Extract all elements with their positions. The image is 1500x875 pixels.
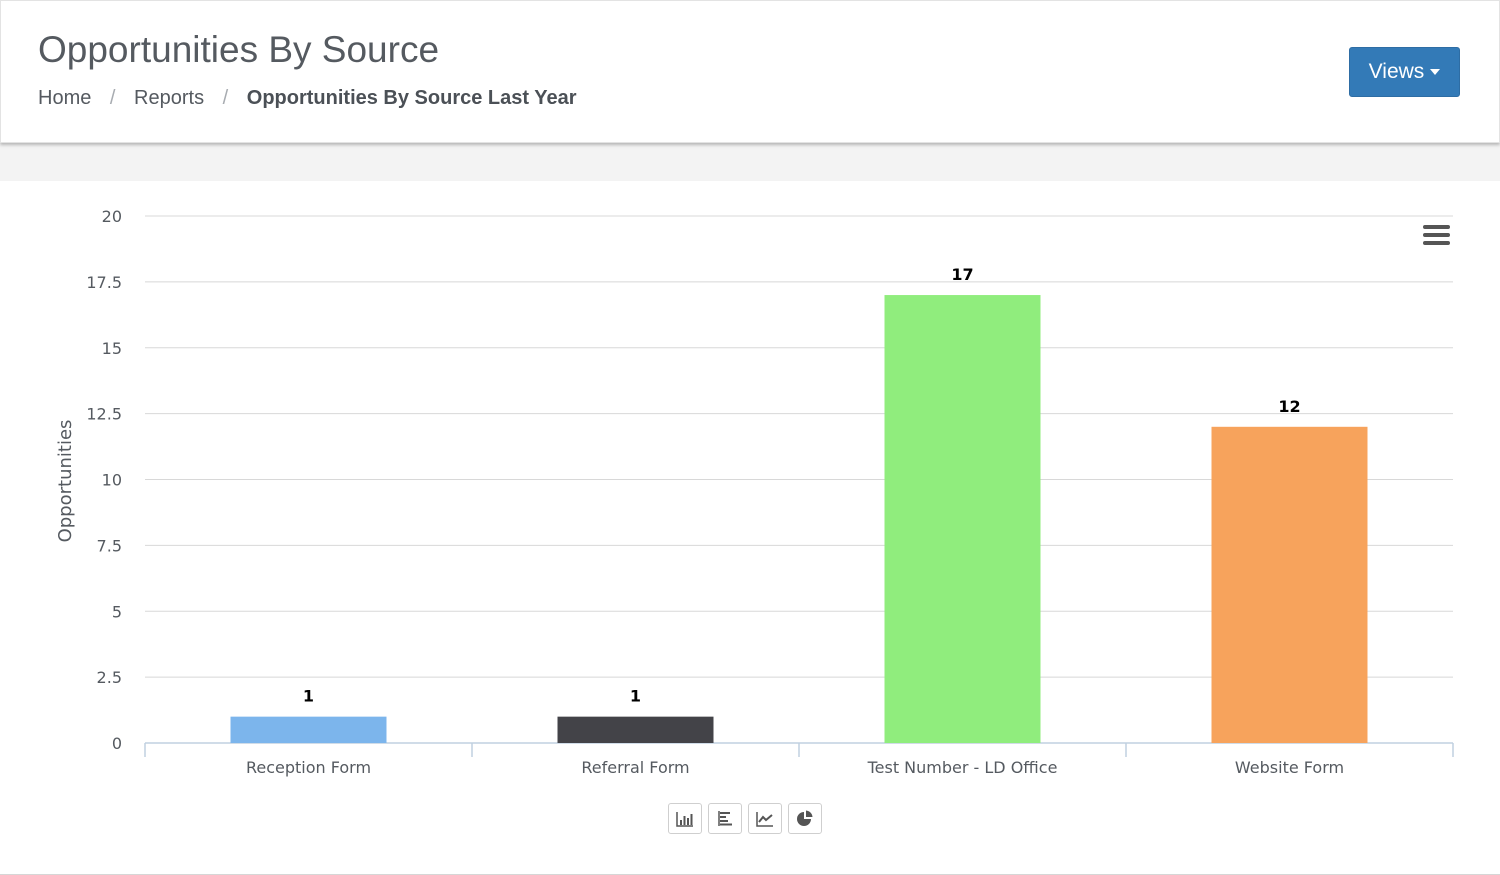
views-button-label: Views xyxy=(1368,60,1425,83)
x-category-label: Test Number - LD Office xyxy=(867,758,1058,777)
pie-chart-button[interactable] xyxy=(788,803,822,834)
bar-chart-icon xyxy=(676,811,693,827)
x-category-label: Website Form xyxy=(1235,758,1344,777)
x-category-label: Reception Form xyxy=(246,758,371,777)
y-tick-label: 5 xyxy=(112,602,122,621)
y-tick-label: 12.5 xyxy=(86,405,122,424)
caret-down-icon xyxy=(1430,69,1441,75)
breadcrumb-current-page: Opportunities By Source Last Year xyxy=(246,87,577,109)
pie-chart-icon xyxy=(797,810,813,826)
data-label: 12 xyxy=(1278,397,1300,416)
y-tick-label: 0 xyxy=(112,734,122,753)
horizontal-bar-chart-button[interactable] xyxy=(708,803,742,834)
breadcrumb: Home / Reports / Opportunities By Source… xyxy=(38,87,577,110)
hamburger-menu-icon[interactable] xyxy=(1423,225,1450,247)
bar-0 xyxy=(230,716,387,743)
breadcrumb-separator: / xyxy=(222,87,229,109)
views-dropdown-button[interactable]: Views xyxy=(1349,47,1460,97)
y-tick-label: 20 xyxy=(102,207,122,226)
breadcrumb-separator: / xyxy=(109,87,116,109)
y-tick-label: 15 xyxy=(102,339,122,358)
page-title: Opportunities By Source xyxy=(38,29,440,70)
bar-chart: 0 2.5 5 7.5 10 12.5 15 17.5 20 1 Reception Form 1 Re… xyxy=(55,207,1454,777)
data-label: 1 xyxy=(303,687,314,706)
y-tick-label: 7.5 xyxy=(97,536,122,555)
y-axis-title: Opportunities xyxy=(55,420,76,543)
y-tick-label: 10 xyxy=(102,471,122,490)
chart-panel: 0 2.5 5 7.5 10 12.5 15 17.5 20 1 Reception Form 1 Re… xyxy=(0,181,1500,875)
data-label: 1 xyxy=(630,687,641,706)
data-label: 17 xyxy=(951,265,973,284)
breadcrumb-reports-link[interactable]: Reports xyxy=(134,87,204,109)
chart-type-switcher xyxy=(668,803,822,834)
line-chart-button[interactable] xyxy=(748,803,782,834)
horizontal-bar-chart-icon xyxy=(718,811,732,826)
y-tick-label: 17.5 xyxy=(86,273,122,292)
line-chart-icon xyxy=(756,811,773,827)
bar-chart-button[interactable] xyxy=(668,803,702,834)
y-tick-label: 2.5 xyxy=(97,668,122,687)
x-category-label: Referral Form xyxy=(581,758,689,777)
bar-3 xyxy=(1211,426,1368,743)
bar-1 xyxy=(557,716,714,743)
page-header: Opportunities By Source Home / Reports /… xyxy=(0,0,1500,143)
breadcrumb-home-link[interactable]: Home xyxy=(38,87,91,109)
bar-2 xyxy=(884,295,1041,743)
